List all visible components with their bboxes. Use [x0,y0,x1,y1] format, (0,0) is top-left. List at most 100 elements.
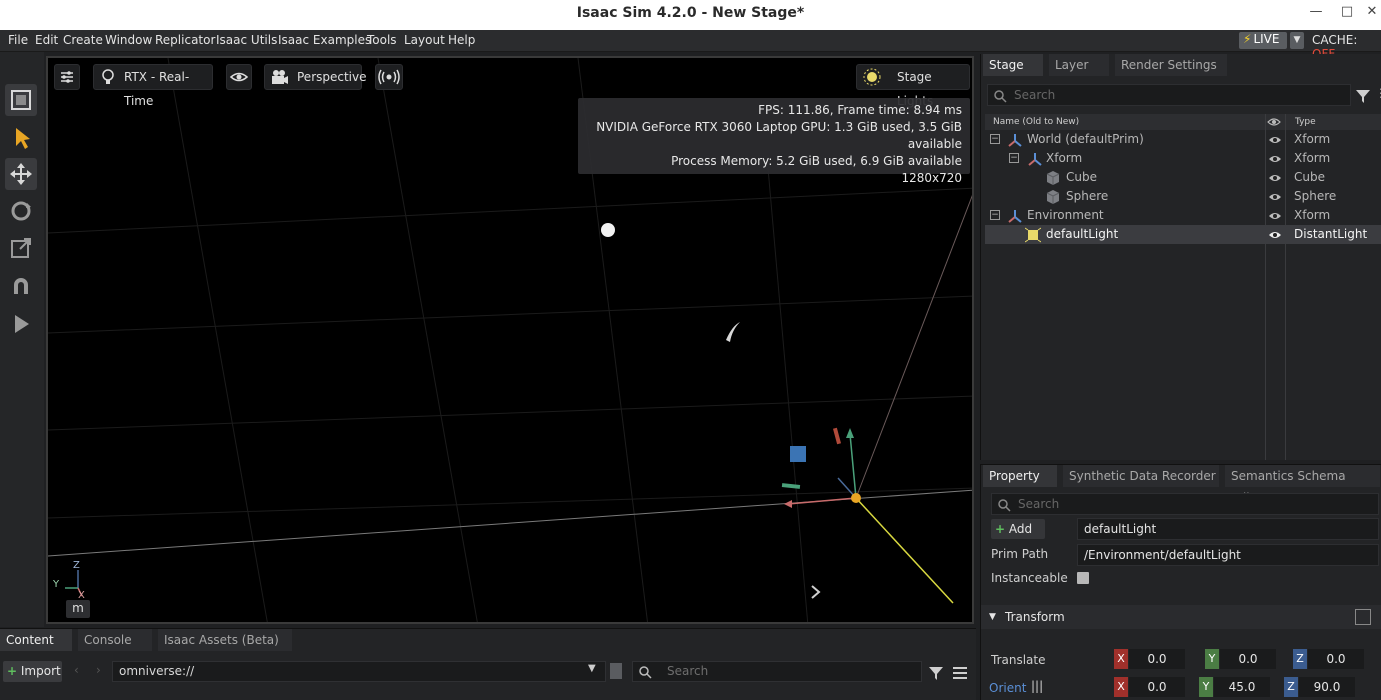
visibility-eye-icon[interactable] [1268,210,1282,222]
unit-button[interactable]: m [66,600,90,618]
menu-layout[interactable]: Layout [404,33,445,47]
menu-file[interactable]: File [8,33,28,47]
translate-z-axis: Z [1293,649,1307,669]
collapse-icon[interactable]: − [990,210,1000,220]
stage-search-input[interactable]: Search [987,84,1351,106]
translate-x-input[interactable]: 0.0 [1129,649,1185,669]
visibility-button[interactable] [226,64,252,90]
maximize-button[interactable]: □ [1337,4,1357,24]
name-column-header[interactable]: Name (Old to New) [993,114,1079,130]
prim-path-input[interactable]: /Environment/defaultLight [1077,544,1379,566]
search-icon [994,90,1007,103]
add-button[interactable]: + Add [991,519,1045,539]
tab-semantics-schema-editor[interactable]: Semantics Schema Editor [1225,465,1380,505]
collapse-arrow-icon: ▼ [989,612,996,622]
stage-row-cube[interactable]: Cube Cube [985,168,1381,187]
visibility-eye-icon[interactable] [1268,172,1282,184]
stage-row-environment[interactable]: − Environment Xform [985,206,1381,225]
scale-tool-button[interactable] [5,232,37,264]
translate-y-input[interactable]: 0.0 [1220,649,1276,669]
renderer-dropdown[interactable]: RTX - Real-Time [93,64,213,108]
menu-isaac-utils[interactable]: Isaac Utils [216,33,277,47]
menu-replicator[interactable]: Replicator [155,33,215,47]
stage-row-defaultlight[interactable]: defaultLight DistantLight [985,225,1381,244]
path-dropdown-icon[interactable]: ▼ [588,663,596,674]
axis-y-label: Y [52,579,60,590]
instanceable-checkbox[interactable] [1077,572,1089,584]
filter-icon[interactable] [928,665,944,681]
plus-icon: + [7,664,18,678]
bookmark-icon[interactable] [610,663,622,679]
orient-x-input[interactable]: 0.0 [1129,677,1185,697]
viewport-settings-button[interactable] [54,64,80,90]
menu-edit[interactable]: Edit [35,33,58,47]
visibility-eye-icon[interactable] [1268,229,1282,241]
filter-icon[interactable] [1355,88,1371,104]
visibility-eye-icon[interactable] [1268,191,1282,203]
path-input[interactable]: omniverse:// [112,661,606,682]
stage-row-sphere[interactable]: Sphere Sphere [985,187,1381,206]
tab-stage[interactable]: Stage [983,54,1043,76]
broadcast-button[interactable] [375,64,403,90]
tab-isaac-assets[interactable]: Isaac Assets (Beta) [158,629,292,651]
stage-lights-dropdown[interactable]: Stage Lights [856,64,970,108]
add-label: Add [1008,522,1033,536]
orient-y-input[interactable]: 45.0 [1214,677,1270,697]
stage-column-header: Name (Old to New) Type [985,114,1381,130]
minimize-button[interactable]: — [1306,4,1326,24]
menu-create[interactable]: Create [63,33,103,47]
move-icon [10,163,32,185]
snap-tool-button[interactable] [5,270,37,302]
light-icon [1025,227,1041,243]
close-button[interactable]: ✕ [1362,4,1381,24]
tab-property[interactable]: Property [983,465,1057,487]
search-icon [998,499,1011,512]
play-button[interactable] [5,308,37,340]
orient-label[interactable]: Orient [989,681,1026,695]
live-dropdown-icon[interactable]: ▼ [1290,32,1304,49]
tab-layer[interactable]: Layer [1049,54,1109,76]
select-mode-button[interactable] [5,84,37,116]
back-arrow-icon[interactable]: ‹ [74,663,79,677]
menu-isaac-examples[interactable]: Isaac Examples [278,33,371,47]
transform-section-header[interactable]: ▼ Transform [981,605,1381,629]
lightning-icon: ⚡ [1243,32,1252,46]
tab-console[interactable]: Console [78,629,152,651]
tab-render-settings[interactable]: Render Settings [1115,54,1227,76]
collapse-icon[interactable]: − [990,134,1000,144]
forward-arrow-icon[interactable]: › [96,663,101,677]
stage-row-world[interactable]: − World (defaultPrim) Xform [985,130,1381,149]
move-tool-button[interactable] [5,158,37,190]
collapse-icon[interactable]: − [1009,153,1019,163]
type-column-header[interactable]: Type [1295,114,1316,130]
content-panel: Content Console Isaac Assets (Beta) + Im… [0,628,976,700]
stage-row-name: Environment [1027,208,1104,222]
xform-icon [1008,134,1022,147]
orient-z-input[interactable]: 90.0 [1299,677,1355,697]
menu-help[interactable]: Help [448,33,475,47]
menu-tools[interactable]: Tools [367,33,397,47]
rotate-tool-button[interactable] [5,195,37,227]
menu-window[interactable]: Window [105,33,152,47]
more-icon[interactable]: ⋮ [1375,86,1381,100]
transform-options-icon[interactable] [1355,609,1371,625]
camera-dropdown[interactable]: Perspective [264,64,367,90]
tab-content[interactable]: Content [0,629,72,651]
visibility-eye-icon[interactable] [1268,153,1282,165]
viewport[interactable]: Z Y X RTX - Real-Time Perspective Stage … [46,56,974,624]
orient-mode-icon[interactable]: ||| [1031,679,1043,693]
property-search-input[interactable]: Search [991,493,1379,515]
live-button[interactable]: ⚡ LIVE [1239,32,1287,49]
prim-name-input[interactable]: defaultLight [1077,518,1379,540]
stage-row-xform[interactable]: − Xform Xform [985,149,1381,168]
menu-icon[interactable] [952,665,968,681]
stage-row-type: Xform [1294,132,1331,146]
content-search-input[interactable]: Search [632,661,922,682]
translate-z-input[interactable]: 0.0 [1308,649,1364,669]
import-button[interactable]: + Import [3,661,62,682]
tab-synthetic-data-recorder[interactable]: Synthetic Data Recorder [1063,465,1219,487]
play-icon [15,315,29,333]
visibility-eye-icon[interactable] [1268,134,1282,146]
select-tool-button[interactable] [5,122,37,154]
camera-label: Perspective [297,70,367,84]
